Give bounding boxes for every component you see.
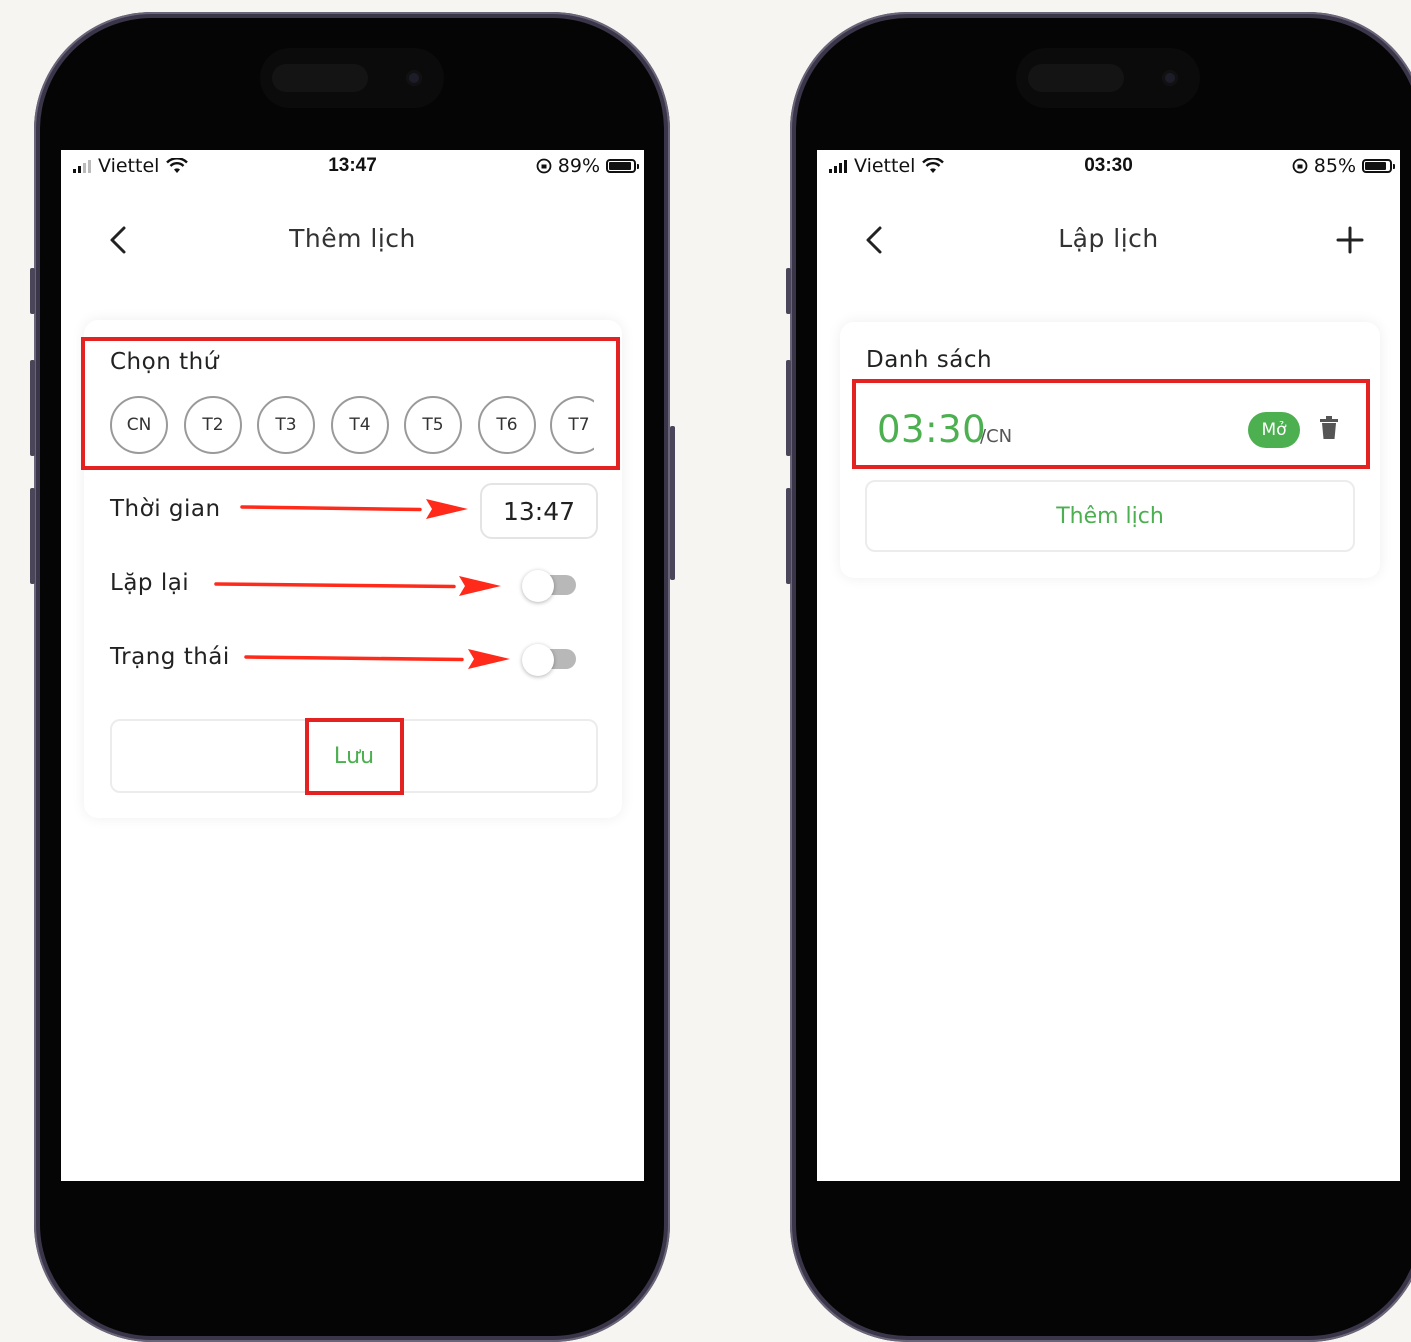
battery-icon [606, 159, 639, 173]
status-switch[interactable] [522, 644, 576, 676]
battery-icon [1362, 159, 1395, 173]
schedule-item-highlight [852, 379, 1370, 469]
battery-percent: 89% [557, 155, 600, 177]
mute-switch [30, 268, 35, 314]
status-bar: Viettel 03:30 85% [817, 150, 1400, 184]
plus-icon[interactable] [1332, 222, 1368, 258]
page-title: Lập lịch [1058, 224, 1159, 253]
nav-bar: Lập lịch [817, 220, 1400, 260]
dynamic-island [260, 48, 444, 108]
repeat-switch[interactable] [522, 570, 576, 602]
battery-percent: 85% [1313, 155, 1356, 177]
status-bar: Viettel 13:47 89% [61, 150, 644, 184]
camera-icon [406, 70, 422, 86]
volume-up-button [30, 360, 35, 456]
nav-bar: Thêm lịch [61, 220, 644, 260]
status-label: Trạng thái [110, 644, 230, 670]
orientation-lock-icon [536, 158, 552, 174]
add-schedule-label: Thêm lịch [1056, 503, 1164, 529]
arrow-to-repeat-icon [214, 576, 501, 596]
volume-down-button [30, 488, 35, 584]
camera-icon [1162, 70, 1178, 86]
mute-switch [786, 268, 791, 314]
add-schedule-button[interactable]: Thêm lịch [865, 480, 1355, 552]
arrow-to-status-icon [244, 649, 510, 669]
time-picker[interactable]: 13:47 [480, 483, 598, 539]
right-screen: Viettel 03:30 85% Lập lịch [817, 150, 1400, 1181]
page-title: Thêm lịch [289, 224, 416, 253]
time-label: Thời gian [110, 496, 221, 522]
list-title: Danh sách [866, 347, 993, 373]
time-value: 13:47 [502, 496, 576, 526]
day-picker-highlight [81, 337, 620, 470]
power-button [670, 426, 675, 580]
arrow-to-time-icon [240, 499, 468, 519]
dynamic-island [1016, 48, 1200, 108]
repeat-label: Lặp lại [110, 570, 190, 596]
orientation-lock-icon [1292, 158, 1308, 174]
save-highlight [305, 718, 404, 795]
volume-up-button [786, 360, 791, 456]
volume-down-button [786, 488, 791, 584]
